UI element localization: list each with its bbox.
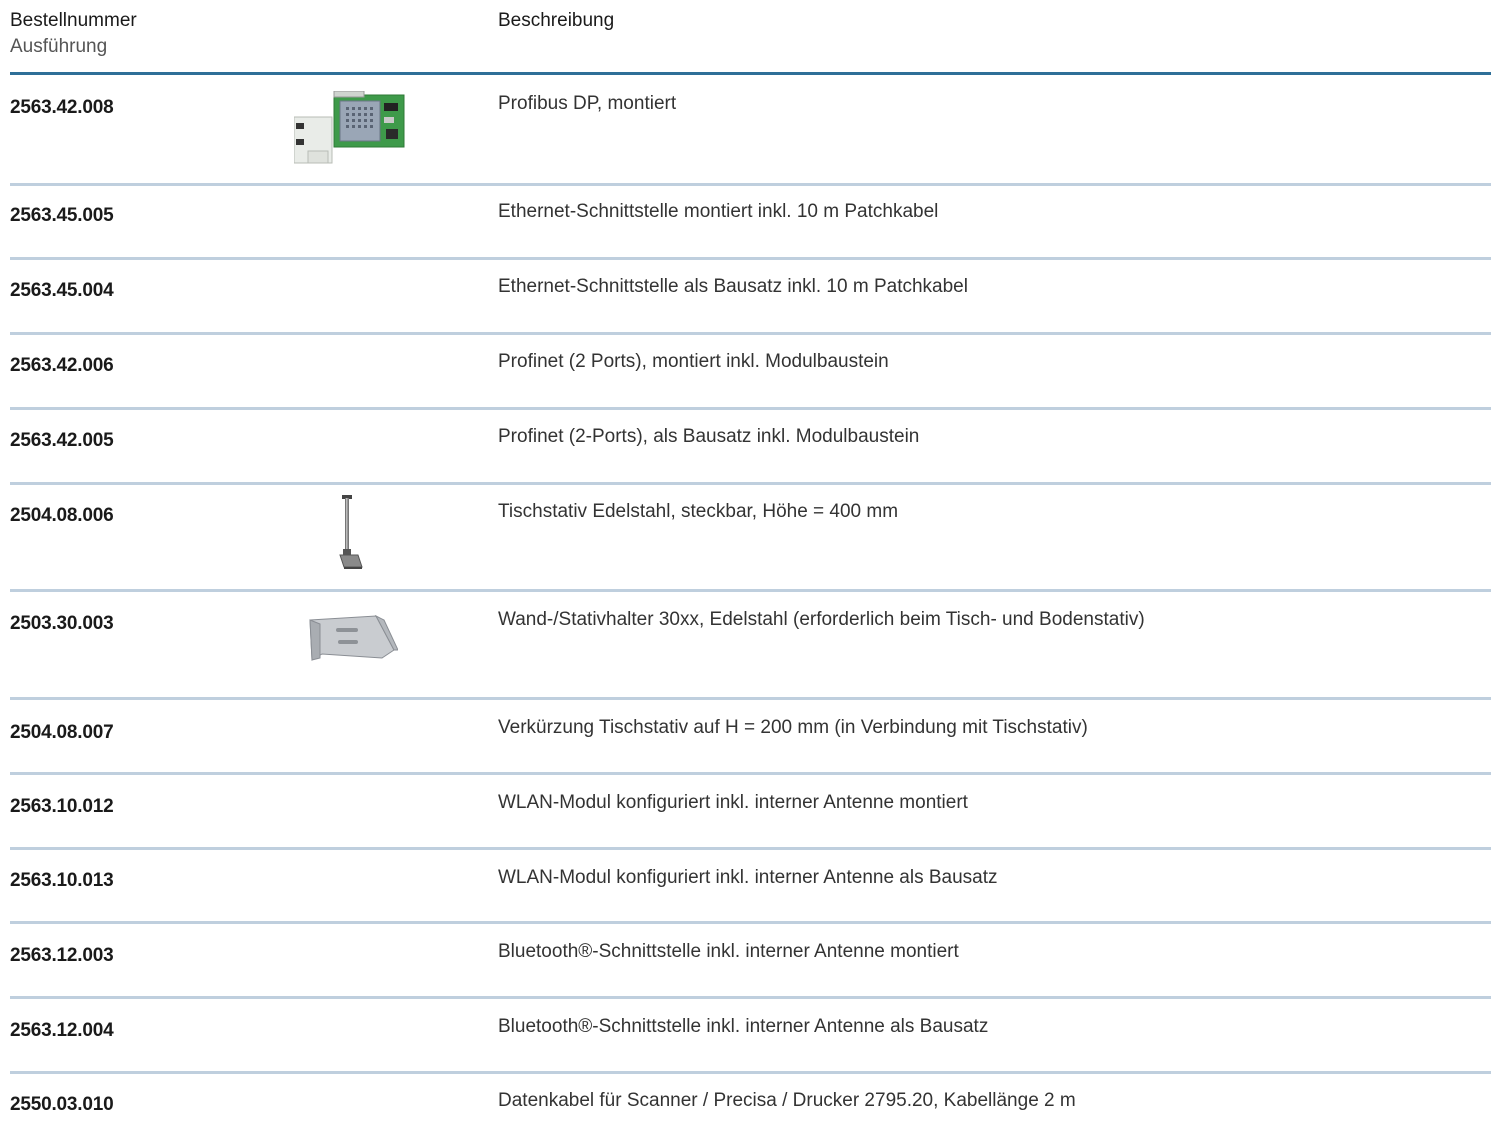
table-body: 2563.42.008 Profibus DP, montiert 2563.4… [10,75,1491,1144]
description: WLAN-Modul konfiguriert inkl. interner A… [498,867,998,888]
table-row: 2563.12.004 Bluetooth®-Schnittstelle ink… [10,999,1491,1074]
table-row: 2563.45.004 Ethernet-Schnittstelle als B… [10,260,1491,335]
order-number: 2563.10.013 [10,870,114,891]
description: Datenkabel für Scanner / Precisa / Druck… [498,1090,1076,1111]
table-row: 2563.10.012 WLAN-Modul konfiguriert inkl… [10,775,1491,850]
order-number: 2550.03.010 [10,1094,114,1115]
order-number: 2563.12.003 [10,945,114,966]
description: Profinet (2-Ports), als Bausatz inkl. Mo… [498,426,920,447]
table-row: 2563.42.008 Profibus DP, montiert [10,75,1491,186]
description: Tischstativ Edelstahl, steckbar, Höhe = … [498,501,899,522]
order-number: 2563.45.005 [10,205,114,226]
table-row: 2550.03.010 Datenkabel für Scanner / Pre… [10,1074,1491,1144]
wall-bracket-icon [306,610,399,669]
table-row: 2504.08.006 Tischstativ Edelstahl, steck… [10,485,1491,592]
table-row: 2503.30.003 Wand-/Stativhalter 30xx, Ede… [10,592,1491,700]
description: Wand-/Stativhalter 30xx, Edelstahl (erfo… [498,609,1145,630]
order-number: 2563.10.012 [10,796,114,817]
order-number: 2503.30.003 [10,613,114,634]
order-number: 2563.45.004 [10,280,114,301]
table-row: 2563.12.003 Bluetooth®-Schnittstelle ink… [10,924,1491,999]
accessory-table: Bestellnummer Ausführung Beschreibung 25… [10,0,1491,1115]
header-number-column: Bestellnummer Ausführung [10,8,137,60]
order-number: 2563.12.004 [10,1020,114,1041]
header-beschreibung: Beschreibung [498,10,615,31]
profibus-module-icon [293,90,406,172]
order-number: 2563.42.005 [10,430,114,451]
header-bestellnummer: Bestellnummer [10,10,137,31]
table-row: 2563.42.005 Profinet (2-Ports), als Baus… [10,410,1491,485]
table-row: 2504.08.007 Verkürzung Tischstativ auf H… [10,700,1491,775]
description: Ethernet-Schnittstelle als Bausatz inkl.… [498,276,968,297]
order-number: 2563.42.008 [10,97,114,118]
description: Profibus DP, montiert [498,93,677,114]
order-number: 2563.42.006 [10,355,114,376]
header-ausfuehrung: Ausführung [10,36,108,57]
table-header: Bestellnummer Ausführung Beschreibung [10,0,1491,72]
description: Verkürzung Tischstativ auf H = 200 mm (i… [498,717,1088,738]
table-row: 2563.42.006 Profinet (2 Ports), montiert… [10,335,1491,410]
table-stand-icon [330,495,366,576]
table-row: 2563.10.013 WLAN-Modul konfiguriert inkl… [10,850,1491,924]
table-row: 2563.45.005 Ethernet-Schnittstelle monti… [10,186,1491,260]
order-number: 2504.08.007 [10,722,114,743]
description: Bluetooth®-Schnittstelle inkl. interner … [498,941,959,962]
description: Profinet (2 Ports), montiert inkl. Modul… [498,351,889,372]
description: Ethernet-Schnittstelle montiert inkl. 10… [498,201,939,222]
description: WLAN-Modul konfiguriert inkl. interner A… [498,792,968,813]
description: Bluetooth®-Schnittstelle inkl. interner … [498,1016,989,1037]
order-number: 2504.08.006 [10,505,114,526]
